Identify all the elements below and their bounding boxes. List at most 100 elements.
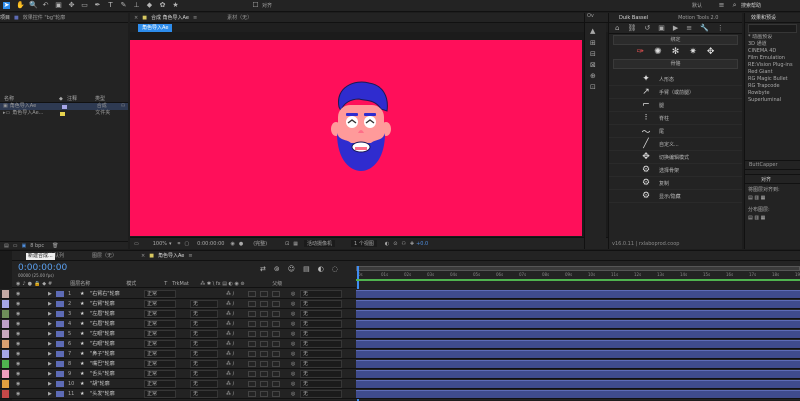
parent-dropdown[interactable]: 无	[300, 390, 342, 398]
blend-mode-dropdown[interactable]: 正常	[144, 390, 176, 398]
bind-tool-icon[interactable]: ✥	[707, 47, 715, 57]
switch-box[interactable]	[272, 351, 280, 357]
eraser-tool-icon[interactable]: ◆	[146, 2, 153, 9]
blend-mode-dropdown[interactable]: 正常	[144, 350, 176, 358]
layer-name[interactable]: "头发"轮廓	[90, 389, 142, 399]
expand-layer-icon[interactable]: ▶	[48, 379, 52, 389]
pen-tool-icon[interactable]: ✒	[94, 2, 101, 9]
side-tool-icon[interactable]: ⊟	[590, 50, 601, 58]
bind-tool-icon[interactable]: ✑	[637, 47, 645, 57]
layer-switches-icon[interactable]: ⁂ /	[226, 349, 234, 359]
duik-button-humanoid[interactable]: ✦ 人形态	[609, 73, 742, 86]
close-icon[interactable]: ×	[141, 253, 145, 259]
switch-box[interactable]	[272, 321, 280, 327]
visibility-eye-icon[interactable]: ◉	[16, 359, 20, 369]
effects-search-icon[interactable]	[748, 24, 797, 33]
layer-color-swatch[interactable]	[56, 301, 64, 307]
expand-layer-icon[interactable]: ▶	[48, 289, 52, 299]
switch-box[interactable]	[272, 331, 280, 337]
tab-effects-presets[interactable]: 效果和预设	[751, 14, 776, 21]
parent-pickwhip-icon[interactable]: ◎	[291, 299, 295, 309]
distribute-buttons-row[interactable]: ▤ ▥ ▦	[748, 215, 797, 224]
clone-tool-icon[interactable]: ⊥	[133, 2, 140, 9]
bind-tool-icon[interactable]: ✻	[672, 47, 680, 57]
visibility-eye-icon[interactable]: ◉	[16, 299, 20, 309]
flowchart-view-icon[interactable]: ⚇	[401, 241, 405, 247]
switch-box[interactable]	[260, 341, 268, 347]
switch-box[interactable]	[248, 301, 256, 307]
blend-mode-dropdown[interactable]: 正常	[144, 290, 176, 298]
camera-icon[interactable]: ▣	[658, 24, 665, 32]
transparency-grid-icon[interactable]: ▦	[293, 241, 298, 247]
duik-button-duplicate[interactable]: ⚙ 复制	[609, 177, 742, 190]
blend-mode-dropdown[interactable]: 正常	[144, 330, 176, 338]
expand-layer-icon[interactable]: ▶	[48, 339, 52, 349]
track-matte-dropdown[interactable]: 无	[190, 320, 218, 328]
col-comment[interactable]: 注释	[67, 95, 95, 102]
expand-layer-icon[interactable]: ▶	[48, 359, 52, 369]
switch-box[interactable]	[248, 351, 256, 357]
bpc-label[interactable]: 8 bpc	[30, 243, 44, 249]
layer-name[interactable]: "舌头"轮廓	[90, 369, 142, 379]
layer-color-swatch[interactable]	[56, 341, 64, 347]
graph-editor-icon[interactable]: ◌	[332, 265, 338, 273]
visibility-eye-icon[interactable]: ◉	[16, 339, 20, 349]
tab-menu-icon[interactable]: ≡	[193, 15, 197, 21]
draft-3d-icon[interactable]: ⊚	[274, 265, 280, 273]
exposure-icon[interactable]: ✚	[410, 241, 414, 247]
side-tool-icon[interactable]: ⊡	[590, 83, 601, 91]
visibility-eye-icon[interactable]: ◉	[16, 309, 20, 319]
work-area-bar[interactable]	[356, 266, 800, 271]
duik-button-select-skeleton[interactable]: ⚙ 选择骨架	[609, 164, 742, 177]
link-icon[interactable]: ⛓	[627, 24, 636, 32]
parent-dropdown[interactable]: 无	[300, 360, 342, 368]
expand-layer-icon[interactable]: ▶	[48, 299, 52, 309]
blend-mode-dropdown[interactable]: 正常	[144, 340, 176, 348]
track-matte-dropdown[interactable]: 无	[190, 370, 218, 378]
layer-name[interactable]: "右眉"轮廓	[90, 319, 142, 329]
layer-switches-icon[interactable]: ⁂ /	[226, 369, 234, 379]
col-layer-name[interactable]: 图层名称	[70, 280, 126, 287]
layer-switches-icon[interactable]: ⁂ /	[226, 299, 234, 309]
comp-flow-icon[interactable]: ⇄	[260, 265, 266, 273]
side-tool-icon[interactable]: ⊕	[590, 72, 601, 80]
switch-box[interactable]	[248, 321, 256, 327]
bind-tool-icon[interactable]: ✺	[654, 47, 662, 57]
project-item[interactable]: ▸▭ 角色导入Ae... 文件夹	[0, 110, 128, 117]
new-composition-icon[interactable]: ▣	[21, 243, 26, 249]
puppet-tool-icon[interactable]: ★	[172, 2, 179, 9]
layer-switches-icon[interactable]: ⁂ /	[226, 289, 234, 299]
blend-mode-dropdown[interactable]: 正常	[144, 360, 176, 368]
layer-duration-bar[interactable]	[356, 290, 800, 298]
region-icon[interactable]: ⊡	[285, 241, 289, 247]
side-tool-icon[interactable]: ⊞	[590, 39, 601, 47]
track-matte-dropdown[interactable]: 无	[190, 340, 218, 348]
effects-category[interactable]: Rowbyte	[745, 90, 800, 97]
switch-box[interactable]	[260, 331, 268, 337]
list-icon[interactable]: ≡	[686, 24, 692, 32]
parent-pickwhip-icon[interactable]: ◎	[291, 359, 295, 369]
motion-blur-icon[interactable]: ◐	[318, 265, 324, 273]
layer-switches-icon[interactable]: ⁂ /	[226, 329, 234, 339]
switch-box[interactable]	[260, 321, 268, 327]
layer-name[interactable]: "胡"轮廓	[90, 379, 142, 389]
side-tool-icon[interactable]: ⊠	[590, 61, 601, 69]
layer-row[interactable]: ◉ ▶ 5 ★ "左眼"轮廓 正常 无 ⁂ / ◎ 无	[0, 329, 800, 339]
layer-color-swatch[interactable]	[56, 331, 64, 337]
bind-tool-icon[interactable]: ✷	[689, 47, 697, 57]
blend-mode-dropdown[interactable]: 正常	[144, 380, 176, 388]
switch-box[interactable]	[248, 341, 256, 347]
brush-tool-icon[interactable]: ✎	[120, 2, 127, 9]
switch-box[interactable]	[260, 371, 268, 377]
tab-motion-tools[interactable]: Motion Tools 2.0	[678, 15, 718, 21]
audio-header-icon[interactable]: ♪	[22, 281, 25, 287]
layer-duration-bar[interactable]	[356, 370, 800, 378]
parent-pickwhip-icon[interactable]: ◎	[291, 309, 295, 319]
expand-layer-icon[interactable]: ▶	[48, 309, 52, 319]
effects-category[interactable]: RE:Vision Plug-ins	[745, 62, 800, 69]
duik-button-tail[interactable]: 〜尾	[609, 125, 742, 138]
effects-category[interactable]: Red Giant	[745, 69, 800, 76]
parent-dropdown[interactable]: 无	[300, 300, 342, 308]
blend-mode-dropdown[interactable]: 正常	[144, 300, 176, 308]
switch-box[interactable]	[272, 381, 280, 387]
